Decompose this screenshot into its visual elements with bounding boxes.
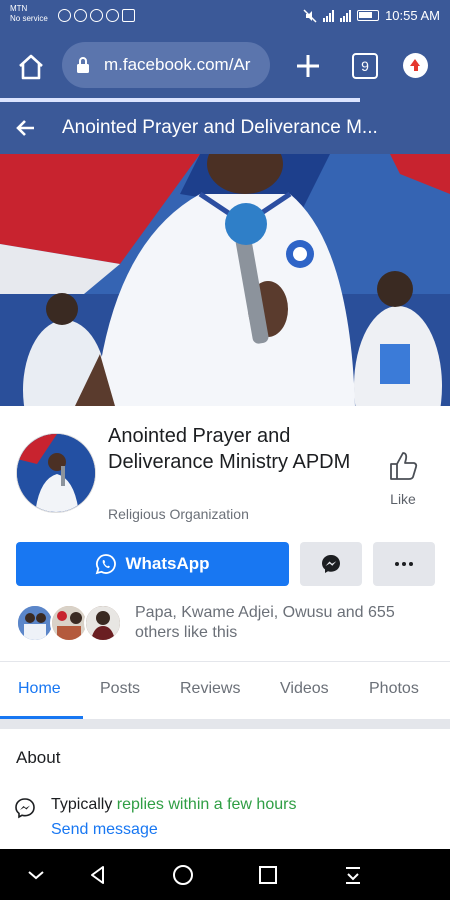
messenger-button[interactable] [300, 542, 362, 586]
battery-icon [357, 10, 380, 21]
tabs-divider [0, 661, 450, 662]
page-category: Religious Organization [108, 506, 249, 522]
tab-posts[interactable]: Posts [100, 680, 140, 698]
page-header: Anointed Prayer and Deliverance M... [0, 102, 450, 154]
tabs-icon[interactable]: 9 [352, 53, 378, 79]
back-arrow-icon[interactable] [14, 116, 38, 140]
whatsapp-label: WhatsApp [125, 554, 210, 573]
mail-notification-icon [122, 9, 135, 22]
more-icon [395, 562, 399, 566]
nav-down-icon[interactable] [24, 863, 48, 887]
messenger-outline-icon [15, 798, 35, 819]
response-time-prefix: Typically [51, 796, 117, 813]
carrier-name: MTN [10, 4, 28, 13]
tab-videos[interactable]: Videos [280, 680, 329, 698]
more-icon-dot-3 [409, 562, 413, 566]
carrier-status: No service [10, 14, 48, 23]
status-right: 10:55 AM [303, 8, 440, 23]
likes-summary: Papa, Kwame Adjei, Owusu and 655 others … [135, 604, 395, 641]
thumbs-up-icon [390, 452, 418, 480]
liker-avatar-2-image [52, 606, 86, 640]
profile-picture-image [17, 434, 95, 512]
profile-picture[interactable] [16, 433, 96, 513]
messenger-icon [322, 555, 340, 573]
url-text: m.facebook.com/Ar [104, 55, 251, 74]
nav-back-icon[interactable] [86, 863, 110, 887]
lock-icon [77, 57, 89, 73]
liker-avatar-2[interactable] [50, 604, 88, 642]
cover-photo-image [0, 154, 450, 406]
system-navigation-bar [0, 849, 450, 900]
nav-menu-icon[interactable] [341, 863, 365, 887]
phone-notification-icon [74, 9, 87, 22]
mute-icon [303, 8, 317, 23]
like-label: Like [390, 491, 416, 507]
liker-avatar-1-image [18, 606, 52, 640]
liker-avatar-1[interactable] [16, 604, 54, 642]
notification-icons [58, 9, 135, 22]
response-time-value: replies within a few hours [116, 796, 297, 813]
tab-photos[interactable]: Photos [369, 680, 419, 698]
whatsapp-notification-icon [58, 9, 71, 22]
liker-avatar-3[interactable] [84, 604, 122, 642]
settings-notification-icon [106, 9, 119, 22]
whatsapp-icon [96, 554, 117, 575]
facebook-notification-icon [90, 9, 103, 22]
about-heading: About [16, 748, 61, 767]
status-time: 10:55 AM [385, 8, 440, 23]
home-icon[interactable] [16, 52, 46, 82]
signal-icon [323, 9, 335, 22]
more-options-button[interactable] [373, 542, 435, 586]
send-message-link[interactable]: Send message [51, 821, 158, 839]
tab-reviews[interactable]: Reviews [180, 680, 240, 698]
plus-icon[interactable] [294, 52, 322, 80]
cover-photo[interactable] [0, 154, 450, 406]
liker-avatar-3-image [86, 606, 120, 640]
page-title: Anointed Prayer and Deliverance M... [62, 117, 378, 138]
page-name: Anointed Prayer and Deliverance Ministry… [108, 425, 351, 473]
status-bar: MTN No service 10:55 AM [0, 0, 450, 32]
response-time: Typically replies within a few hours [51, 796, 296, 814]
like-page-button[interactable]: Like [378, 450, 428, 507]
url-bar[interactable]: m.facebook.com/Ar [62, 42, 270, 88]
carrier-info: MTN No service [10, 4, 48, 24]
update-icon[interactable] [403, 53, 428, 78]
tab-home[interactable]: Home [18, 680, 61, 698]
more-icon-dot-2 [402, 562, 406, 566]
nav-home-icon[interactable] [171, 863, 195, 887]
signal-2-icon [340, 9, 352, 22]
nav-recents-icon[interactable] [256, 863, 280, 887]
whatsapp-button[interactable]: WhatsApp [16, 542, 289, 586]
section-separator [0, 719, 450, 729]
browser-toolbar: m.facebook.com/Ar 9 [0, 32, 450, 102]
